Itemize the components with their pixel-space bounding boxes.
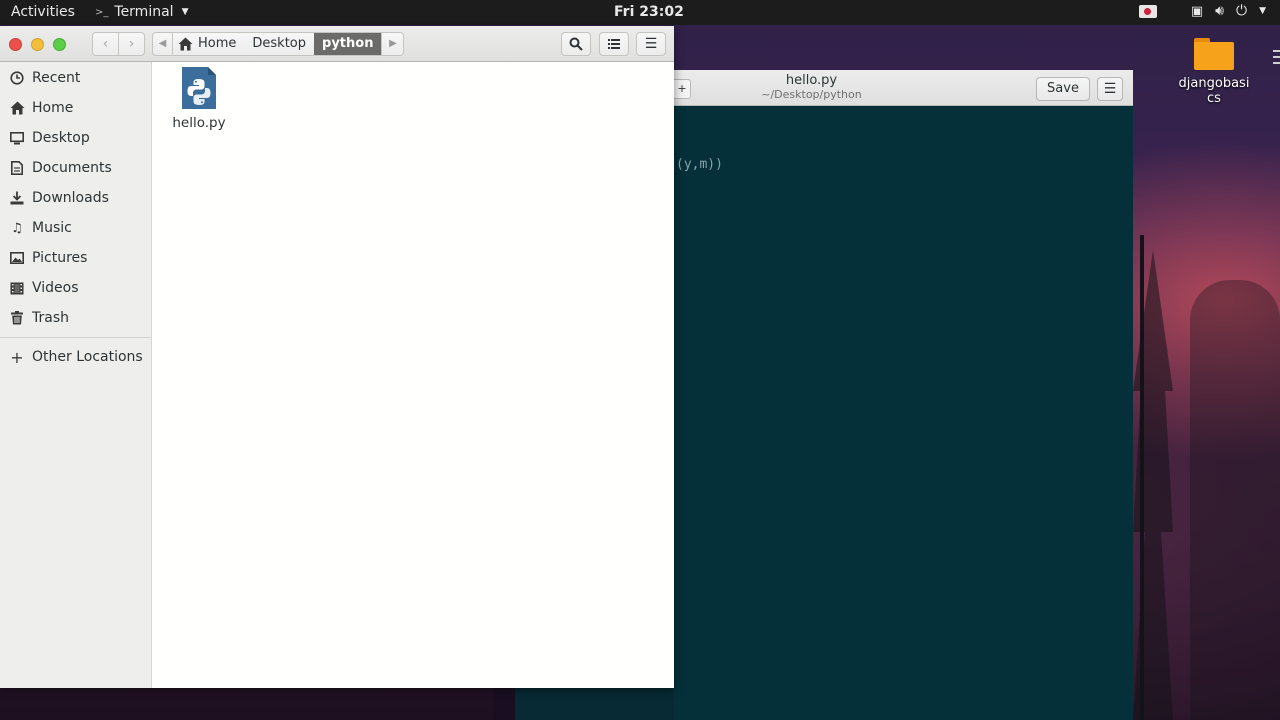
- search-button[interactable]: [561, 32, 591, 56]
- clock-icon: [9, 70, 25, 86]
- video-icon: [9, 280, 25, 296]
- home-icon: [178, 37, 193, 51]
- file-item-hello-py[interactable]: hello.py: [168, 67, 230, 131]
- terminal-icon: >_: [95, 6, 109, 18]
- file-view[interactable]: hello.py: [152, 62, 674, 688]
- hamburger-menu-button[interactable]: ☰: [636, 32, 666, 56]
- desktop-icon-label: djangobasics: [1178, 76, 1250, 106]
- document-path: ~/Desktop/python: [761, 88, 862, 101]
- folder-icon: [1194, 38, 1234, 70]
- power-icon[interactable]: ⏻: [1236, 3, 1247, 19]
- sidebar-item-pictures[interactable]: Pictures: [0, 244, 151, 272]
- places-sidebar: Recent Home Desktop Documents Downloads …: [0, 62, 152, 688]
- view-options-button[interactable]: [599, 32, 629, 56]
- sidebar-item-label: Other Locations: [32, 349, 143, 365]
- sidebar-item-desktop[interactable]: Desktop: [0, 124, 151, 152]
- sidebar-item-music[interactable]: ♫ Music: [0, 214, 151, 242]
- maximize-window-button[interactable]: [53, 38, 66, 51]
- path-segment-home[interactable]: Home: [173, 33, 244, 55]
- search-icon: [569, 37, 583, 51]
- sidebar-item-label: Trash: [32, 310, 69, 326]
- code-line[interactable]: (y,m)): [676, 157, 723, 172]
- sidebar-item-videos[interactable]: Videos: [0, 274, 151, 302]
- sidebar-separator: [0, 337, 151, 338]
- sidebar-item-label: Documents: [32, 160, 112, 176]
- path-scroll-right-icon[interactable]: ▶: [381, 33, 403, 55]
- top-bar: Activities >_ Terminal ▼ Fri 23:02 ▣ 🔊︎ …: [0, 0, 1280, 25]
- sidebar-item-label: Music: [32, 220, 72, 236]
- sidebar-item-label: Videos: [32, 280, 79, 296]
- sidebar-item-downloads[interactable]: Downloads: [0, 184, 151, 212]
- list-view-icon: [608, 39, 620, 49]
- volume-icon[interactable]: 🔊︎: [1215, 3, 1224, 19]
- new-tab-icon[interactable]: +: [674, 79, 691, 99]
- screen-record-icon[interactable]: [1138, 4, 1157, 18]
- hamburger-menu-icon: ☰: [644, 36, 658, 52]
- hamburger-menu-icon[interactable]: ☰: [1097, 77, 1123, 101]
- close-window-button[interactable]: [9, 38, 22, 51]
- save-button[interactable]: Save: [1036, 77, 1090, 101]
- system-tray[interactable]: ▣ 🔊︎ ⏻ ▼: [1138, 3, 1266, 19]
- path-scroll-left-icon[interactable]: ◀: [153, 33, 173, 55]
- document-icon: [9, 160, 25, 176]
- back-button[interactable]: ‹: [93, 33, 118, 55]
- path-bar: ◀ Home Desktop python ▶: [152, 32, 405, 56]
- path-segment-label: Home: [198, 36, 237, 51]
- chevron-down-icon[interactable]: ▼: [1259, 6, 1266, 16]
- chevron-down-icon: ▼: [181, 7, 189, 17]
- file-manager-window: ‹ › ◀ Home Desktop python ▶ ☰ Recent Hom…: [0, 26, 674, 688]
- file-name: hello.py: [172, 115, 226, 131]
- history-navigation: ‹ ›: [92, 32, 145, 56]
- sidebar-item-label: Pictures: [32, 250, 88, 266]
- forward-button[interactable]: ›: [118, 33, 144, 55]
- sidebar-item-other-locations[interactable]: + Other Locations: [0, 343, 151, 371]
- app-menu-label: Terminal: [114, 4, 174, 20]
- sidebar-item-recent[interactable]: Recent: [0, 64, 151, 92]
- tree-silhouette: [1190, 280, 1280, 720]
- clock[interactable]: Fri 23:02: [614, 4, 684, 20]
- app-menu[interactable]: >_ Terminal ▼: [95, 4, 188, 20]
- path-segment-python[interactable]: python: [314, 33, 382, 55]
- trash-icon: [9, 310, 25, 326]
- desktop-folder-djangobasics[interactable]: djangobasics: [1176, 38, 1252, 106]
- sidebar-item-label: Recent: [32, 70, 81, 86]
- picture-icon: [9, 250, 25, 266]
- download-icon: [9, 190, 25, 206]
- activities-button[interactable]: Activities: [11, 4, 75, 20]
- desktop-edge-icon: [1273, 50, 1280, 90]
- sidebar-item-home[interactable]: Home: [0, 94, 151, 122]
- files-headerbar: ‹ › ◀ Home Desktop python ▶ ☰: [0, 26, 674, 62]
- sidebar-item-documents[interactable]: Documents: [0, 154, 151, 182]
- minimize-window-button[interactable]: [31, 38, 44, 51]
- editor-headerbar: + hello.py ~/Desktop/python Save ☰: [674, 70, 1133, 106]
- text-editor-window: + hello.py ~/Desktop/python Save ☰ (y,m)…: [674, 70, 1133, 720]
- home-icon: [9, 100, 25, 116]
- sidebar-item-label: Home: [32, 100, 74, 116]
- document-title: hello.py: [785, 73, 838, 88]
- sidebar-item-label: Desktop: [32, 130, 90, 146]
- sidebar-item-trash[interactable]: Trash: [0, 304, 151, 332]
- sidebar-item-label: Downloads: [32, 190, 109, 206]
- screen-icon[interactable]: ▣: [1191, 4, 1203, 19]
- desktop-icon: [9, 130, 25, 146]
- music-icon: ♫: [11, 220, 23, 236]
- python-file-icon: [182, 67, 216, 109]
- path-segment-desktop[interactable]: Desktop: [244, 33, 314, 55]
- editor-title: hello.py ~/Desktop/python: [714, 73, 909, 101]
- plus-icon: +: [10, 347, 24, 367]
- tree-silhouette: [1133, 250, 1173, 720]
